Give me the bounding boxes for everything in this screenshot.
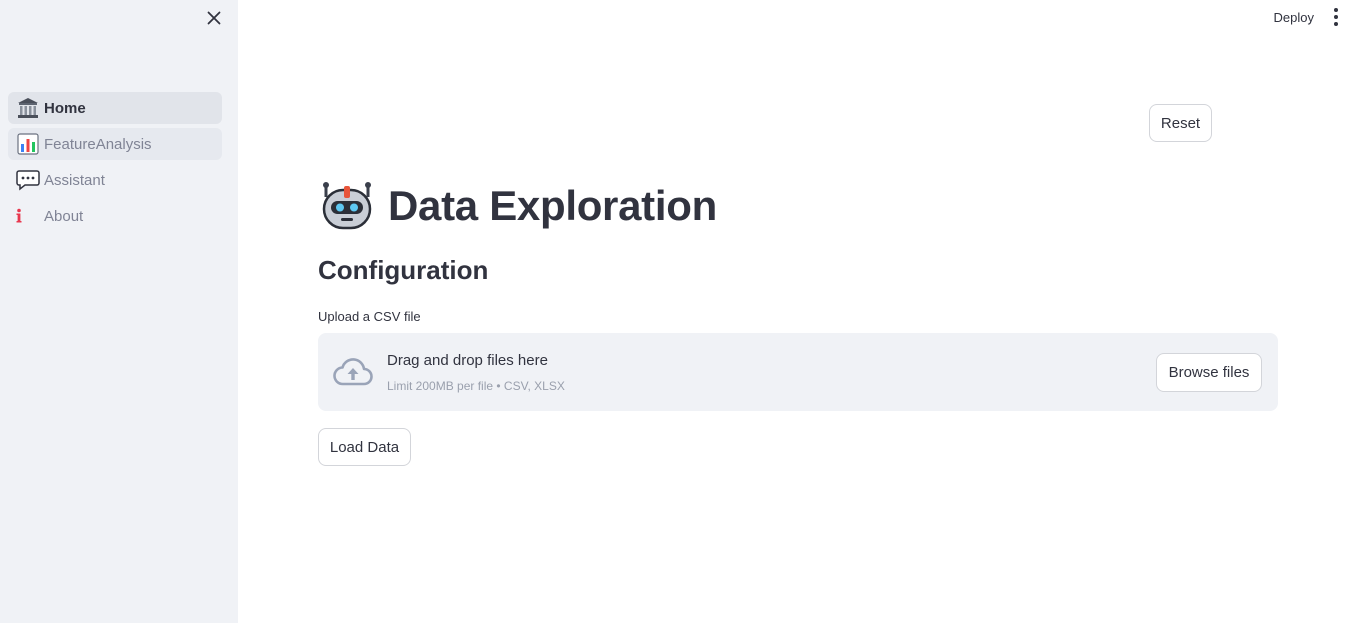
kebab-dot-icon (1334, 8, 1338, 12)
page-title: Data Exploration (388, 181, 717, 229)
sidebar-item-label: FeatureAnalysis (44, 135, 152, 153)
sidebar-item-label: About (44, 207, 84, 225)
close-sidebar-button[interactable] (203, 7, 225, 29)
sidebar-item-label: Assistant (44, 171, 105, 189)
close-icon (207, 11, 221, 25)
dropzone-instructions: Drag and drop files here (387, 352, 548, 369)
sidebar-item-featureanalysis[interactable]: FeatureAnalysis (8, 128, 222, 160)
uploader-label: Upload a CSV file (318, 309, 421, 324)
section-subheader: Configuration (318, 255, 489, 285)
sidebar-item-about[interactable]: About (8, 200, 222, 232)
main-menu-button[interactable] (1332, 8, 1340, 26)
sidebar-nav: Home FeatureAnalysis Assistant About (8, 92, 222, 236)
file-dropzone[interactable]: Drag and drop files here Limit 200MB per… (318, 333, 1278, 411)
top-toolbar: Deploy (1274, 0, 1348, 34)
sidebar: Home FeatureAnalysis Assistant About (0, 0, 238, 623)
info-icon (16, 204, 40, 228)
sidebar-item-home[interactable]: Home (8, 92, 222, 124)
dropzone-limit: Limit 200MB per file • CSV, XLSX (387, 379, 565, 393)
cloud-upload-icon (333, 357, 373, 392)
browse-files-button[interactable]: Browse files (1156, 353, 1262, 392)
robot-icon (320, 176, 374, 235)
kebab-dot-icon (1334, 15, 1338, 19)
kebab-dot-icon (1334, 22, 1338, 26)
reset-button[interactable]: Reset (1149, 104, 1212, 142)
load-data-button[interactable]: Load Data (318, 428, 411, 466)
classical-building-icon (16, 96, 40, 120)
bar-chart-icon (16, 132, 40, 156)
page-title-row: Data Exploration (320, 176, 717, 235)
sidebar-item-label: Home (44, 99, 86, 117)
deploy-button[interactable]: Deploy (1274, 10, 1314, 25)
sidebar-item-assistant[interactable]: Assistant (8, 164, 222, 196)
speech-balloon-icon (16, 168, 40, 192)
